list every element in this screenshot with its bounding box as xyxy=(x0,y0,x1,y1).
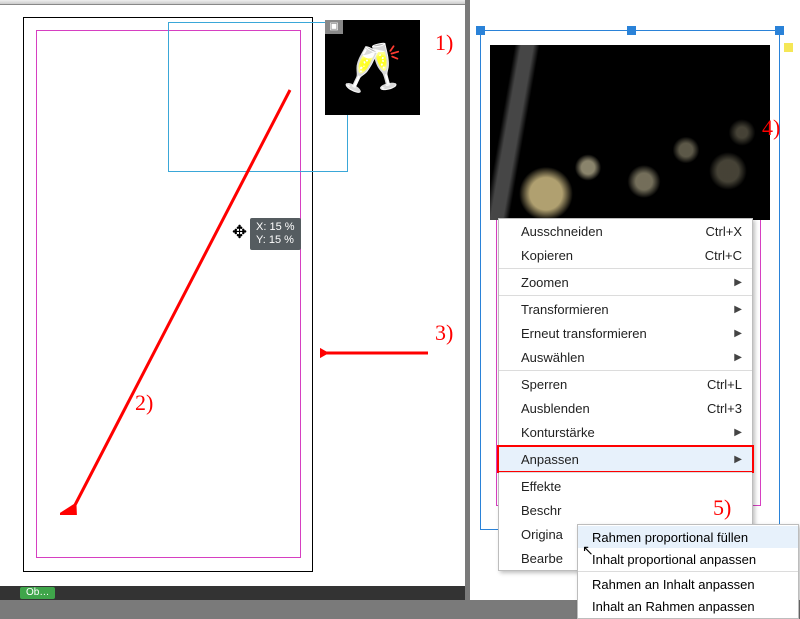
ctx-label: Beschr xyxy=(521,503,561,518)
separator xyxy=(578,571,798,572)
ctx-select[interactable]: Auswählen ▶ xyxy=(499,345,752,369)
submenu-arrow-icon: ▶ xyxy=(734,352,742,363)
annotation-5: 5) xyxy=(713,495,731,521)
ctx-label: Bearbe xyxy=(521,551,563,566)
ctx-hide[interactable]: Ausblenden Ctrl+3 xyxy=(499,396,752,420)
annotation-2: 2) xyxy=(135,390,153,416)
ctx-label: Zoomen xyxy=(521,275,569,290)
image-badge-icon: ▣ xyxy=(325,20,343,34)
submenu-arrow-icon: ▶ xyxy=(734,277,742,288)
status-bar xyxy=(0,586,465,600)
page-canvas[interactable] xyxy=(18,12,318,577)
ctx-label: Sperren xyxy=(521,377,567,392)
ctx-cut[interactable]: Ausschneiden Ctrl+X xyxy=(499,219,752,243)
shear-handle[interactable] xyxy=(784,43,793,52)
annotation-highlight-box: Anpassen ▶ xyxy=(497,445,754,473)
ctx-label: Effekte xyxy=(521,479,561,494)
ctx-transform[interactable]: Transformieren ▶ xyxy=(499,297,752,321)
sub-label: Inhalt an Rahmen anpassen xyxy=(592,599,755,614)
ctx-stroke[interactable]: Konturstärke ▶ xyxy=(499,420,752,444)
ctx-copy[interactable]: Kopieren Ctrl+C xyxy=(499,243,752,267)
resize-handle-tl[interactable] xyxy=(476,26,485,35)
placed-image[interactable] xyxy=(490,45,770,220)
ctx-label: Origina xyxy=(521,527,563,542)
resize-handle-tr[interactable] xyxy=(775,26,784,35)
move-cursor-icon: ✥ xyxy=(232,222,247,243)
ctx-accel: Ctrl+L xyxy=(707,377,742,392)
separator xyxy=(499,295,752,296)
status-pill: Ob… xyxy=(20,587,55,599)
sub-frame-to-content[interactable]: Rahmen an Inhalt anpassen xyxy=(578,573,798,595)
separator xyxy=(499,370,752,371)
ctx-label: Anpassen xyxy=(521,452,579,467)
annotation-1: 1) xyxy=(435,30,453,56)
ctx-label: Ausblenden xyxy=(521,401,590,416)
annotation-4: 4) xyxy=(762,115,780,141)
resize-handle-tc[interactable] xyxy=(627,26,636,35)
ctx-label: Konturstärke xyxy=(521,425,595,440)
submenu-arrow-icon: ▶ xyxy=(734,304,742,315)
ctx-accel: Ctrl+3 xyxy=(707,401,742,416)
sub-fill-frame-proportional[interactable]: Rahmen proportional füllen xyxy=(578,526,798,548)
ctx-label: Ausschneiden xyxy=(521,224,603,239)
sub-content-to-frame[interactable]: Inhalt an Rahmen anpassen xyxy=(578,595,798,617)
separator xyxy=(499,472,752,473)
ctx-label: Transformieren xyxy=(521,302,609,317)
mouse-cursor-icon: ↖ xyxy=(582,542,594,559)
sub-label: Rahmen an Inhalt anpassen xyxy=(592,577,755,592)
left-document-panel: ✥ X: 15 % Y: 15 % ▣ Ob… xyxy=(0,0,465,600)
image-placeholder-box[interactable] xyxy=(168,22,348,172)
coordinate-tooltip: X: 15 % Y: 15 % xyxy=(250,218,301,250)
sub-label: Rahmen proportional füllen xyxy=(592,530,748,545)
ctx-fit[interactable]: Anpassen ▶ xyxy=(499,447,752,471)
submenu-arrow-icon: ▶ xyxy=(734,427,742,438)
fit-submenu: Rahmen proportional füllen Inhalt propor… xyxy=(577,524,799,619)
ctx-label: Erneut transformieren xyxy=(521,326,647,341)
sub-content-proportional[interactable]: Inhalt proportional anpassen xyxy=(578,548,798,570)
ctx-label: Auswählen xyxy=(521,350,585,365)
image-thumbnail[interactable] xyxy=(325,20,420,115)
submenu-arrow-icon: ▶ xyxy=(734,454,742,465)
annotation-arrow-left xyxy=(320,343,430,363)
ctx-accel: Ctrl+X xyxy=(706,224,742,239)
ctx-zoom[interactable]: Zoomen ▶ xyxy=(499,270,752,294)
ctx-accel: Ctrl+C xyxy=(705,248,742,263)
separator xyxy=(499,268,752,269)
sub-label: Inhalt proportional anpassen xyxy=(592,552,756,567)
submenu-arrow-icon: ▶ xyxy=(734,328,742,339)
annotation-3: 3) xyxy=(435,320,453,346)
ctx-lock[interactable]: Sperren Ctrl+L xyxy=(499,372,752,396)
ctx-retransform[interactable]: Erneut transformieren ▶ xyxy=(499,321,752,345)
ruler-horizontal xyxy=(0,0,465,5)
ctx-label: Kopieren xyxy=(521,248,573,263)
